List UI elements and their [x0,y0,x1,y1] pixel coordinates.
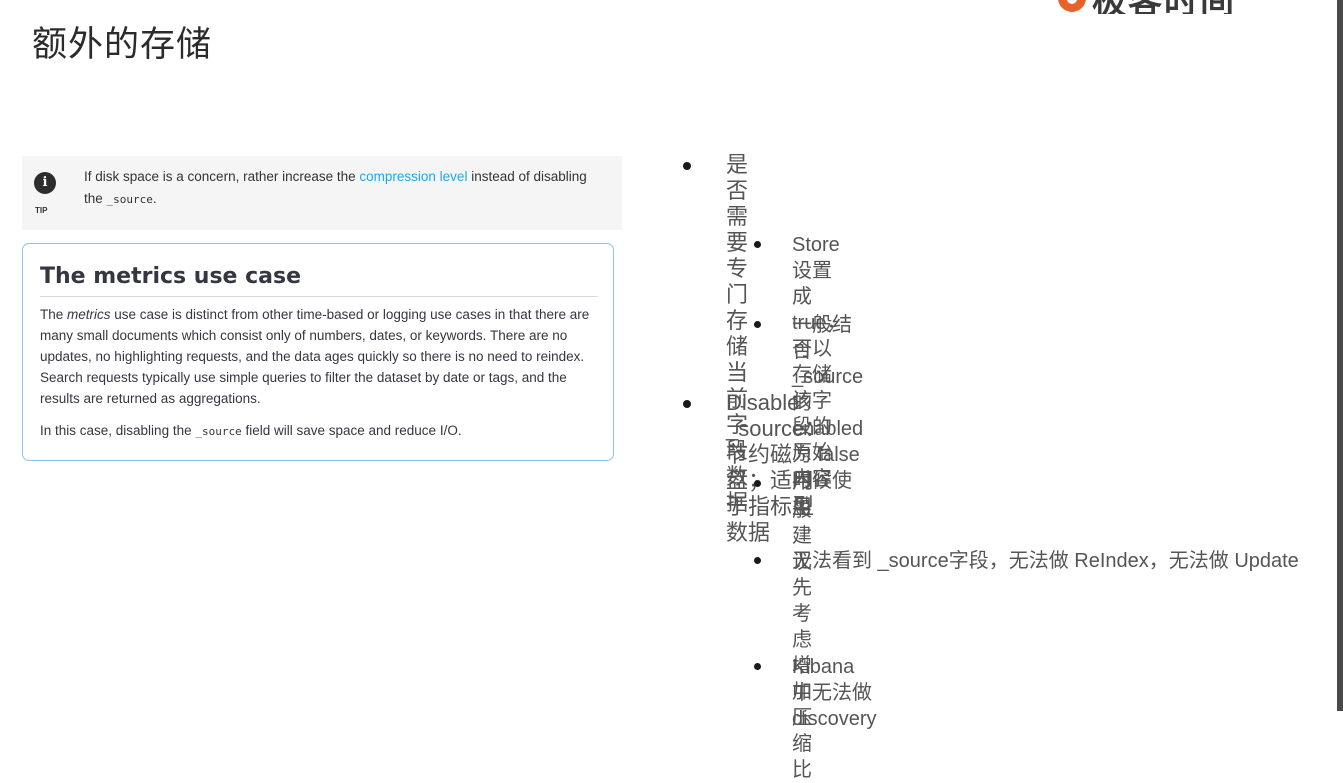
bullet-item: 一般建议先考虑增加压缩比 [754,471,812,783]
divider [40,296,598,297]
info-icon: i [34,172,56,194]
bullet-dot-icon [754,480,761,487]
p1-pre: The [40,307,68,322]
bullet-dot-icon [754,663,761,670]
p1-em: metrics [67,307,111,322]
bullet-dot-icon [754,321,761,328]
bullet-text: Kibana 中无法做 discovery [792,656,877,730]
source-code: _source [106,193,153,206]
logo-text: 极客时间 [1092,0,1236,14]
logo: 极客时间 [1058,0,1236,14]
logo-icon [1058,0,1086,12]
bullet-text: 一般建议先考虑增加压缩比 [792,473,812,781]
tip-callout: i TIP If disk space is a concern, rather… [22,156,622,230]
bullet-dot-icon [754,241,761,248]
tip-text: If disk space is a concern, rather incre… [84,166,604,211]
slide-title: 额外的存储 [32,25,213,65]
bullet-item: Kibana 中无法做 discovery [754,654,877,732]
tip-text-after: . [152,191,157,206]
bullet-dot-icon [683,162,691,170]
bullet-text: 无法看到 _source字段，无法做 ReIndex，无法做 Update [792,550,1299,572]
metrics-paragraph-2: In this case, disabling the _source fiel… [40,420,600,442]
p2-code: _source [195,425,242,438]
metrics-use-case-box: The metrics use case The metrics use cas… [22,243,614,461]
bullet-item: 无法看到 _source字段，无法做 ReIndex，无法做 Update [754,548,1307,574]
window-edge [1337,0,1343,711]
metrics-title: The metrics use case [40,264,302,289]
metrics-paragraph-1: The metrics use case is distinct from ot… [40,304,600,409]
tip-text-before: If disk space is a concern, rather incre… [84,169,360,184]
bullet-dot-icon [754,557,761,564]
p2-post: field will save space and reduce I/O. [241,423,462,438]
metrics-body: The metrics use case is distinct from ot… [40,304,600,453]
p1-post: use case is distinct from other time-bas… [40,307,590,406]
bullet-dot-icon [683,400,691,408]
tip-label: TIP [35,206,48,215]
compression-level-link[interactable]: compression level [359,169,467,184]
p2-pre: In this case, disabling the [40,423,196,438]
